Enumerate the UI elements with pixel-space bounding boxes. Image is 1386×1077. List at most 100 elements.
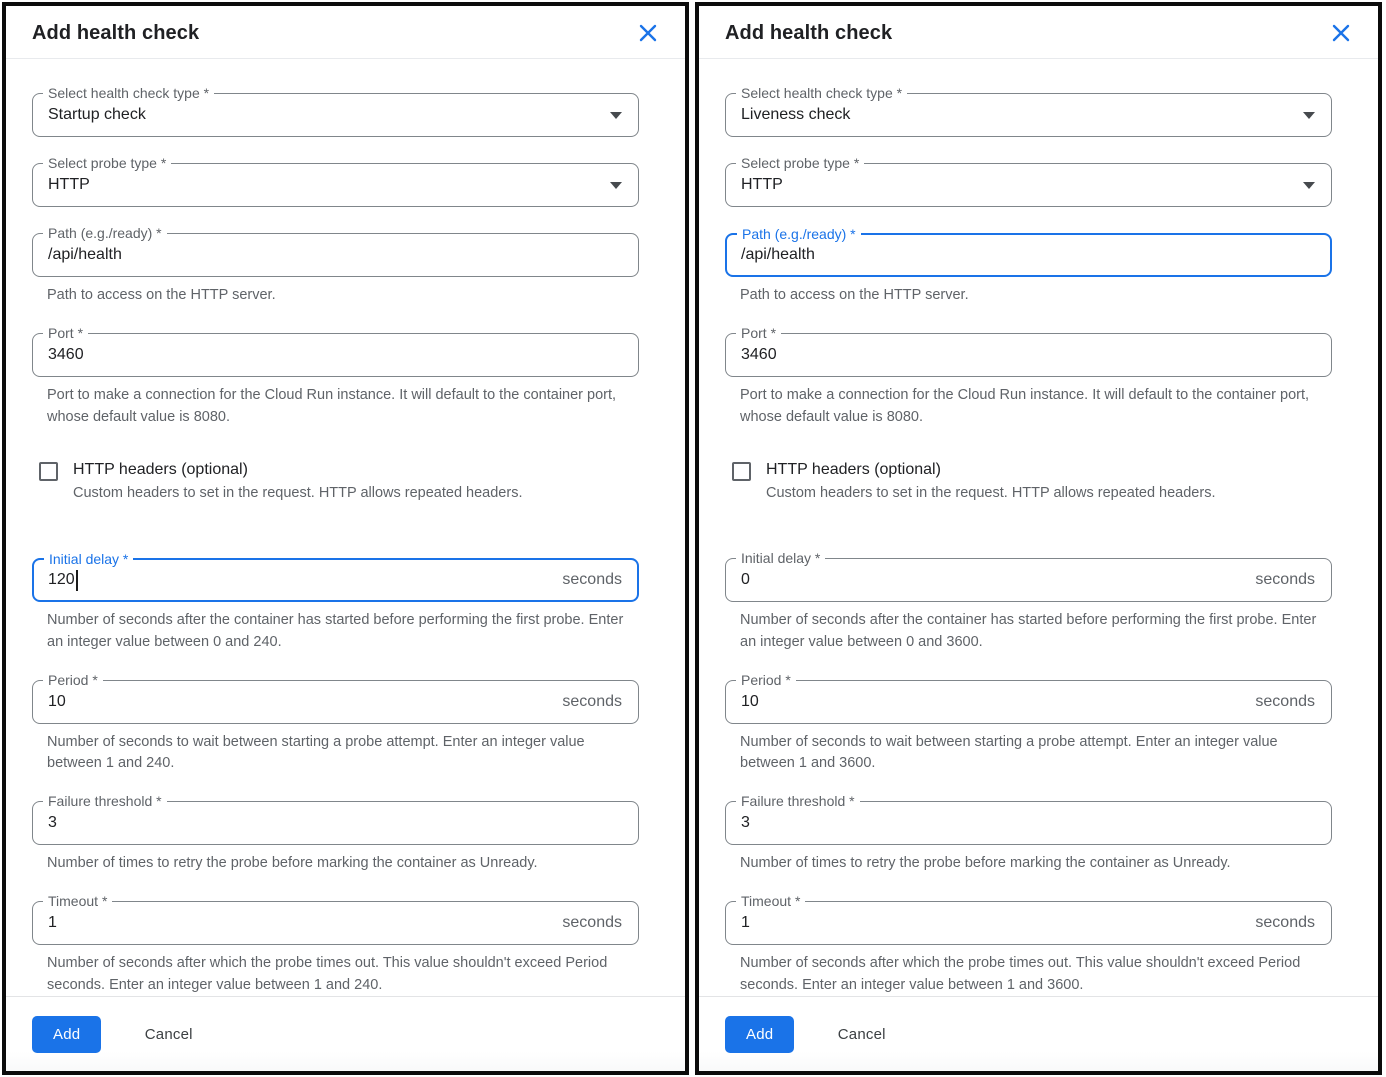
initial-delay-helper: Number of seconds after the container ha…: [740, 610, 1332, 654]
failure-threshold-group: Failure threshold * 3 Number of times to…: [725, 801, 1332, 875]
failure-threshold-input[interactable]: Failure threshold * 3: [32, 801, 639, 845]
port-label: Port *: [736, 324, 781, 343]
timeout-label: Timeout *: [43, 892, 112, 911]
dialog-footer: Add Cancel: [6, 996, 685, 1075]
checkbox-unchecked-icon[interactable]: [732, 462, 751, 481]
probe-type-group: Select probe type * HTTP: [32, 163, 639, 207]
dropdown-arrow-icon[interactable]: [610, 112, 622, 119]
dialog-title: Add health check: [725, 22, 892, 45]
http-headers-text: HTTP headers (optional) Custom headers t…: [73, 460, 522, 504]
failure-threshold-helper: Number of times to retry the probe befor…: [740, 853, 1332, 875]
path-input[interactable]: Path (e.g./ready) * /api/health: [725, 233, 1332, 277]
health-check-type-select[interactable]: Select health check type * Liveness chec…: [725, 93, 1332, 137]
dialog-body: Select health check type * Liveness chec…: [699, 59, 1378, 996]
initial-delay-input[interactable]: Initial delay * 120 seconds: [32, 558, 639, 602]
port-group: Port * 3460 Port to make a connection fo…: [32, 333, 639, 429]
health-check-type-label: Select health check type *: [43, 84, 214, 103]
period-helper: Number of seconds to wait between starti…: [740, 732, 1332, 776]
http-headers-label[interactable]: HTTP headers (optional): [766, 460, 1215, 481]
timeout-input[interactable]: Timeout * 1 seconds: [32, 901, 639, 945]
port-value: 3460: [48, 346, 84, 364]
dialog-header: Add health check: [699, 6, 1378, 59]
probe-type-select[interactable]: Select probe type * HTTP: [32, 163, 639, 207]
failure-threshold-label: Failure threshold *: [43, 792, 167, 811]
seconds-suffix: seconds: [562, 693, 622, 711]
failure-threshold-group: Failure threshold * 3 Number of times to…: [32, 801, 639, 875]
close-icon: [638, 23, 658, 43]
initial-delay-label: Initial delay *: [736, 549, 825, 568]
path-helper: Path to access on the HTTP server.: [47, 285, 639, 307]
port-input[interactable]: Port * 3460: [32, 333, 639, 377]
dropdown-arrow-icon[interactable]: [1303, 112, 1315, 119]
port-group: Port * 3460 Port to make a connection fo…: [725, 333, 1332, 429]
failure-threshold-helper: Number of times to retry the probe befor…: [47, 853, 639, 875]
add-health-check-dialog-liveness: Add health check Select health check typ…: [695, 2, 1382, 1075]
period-input[interactable]: Period * 10 seconds: [725, 680, 1332, 724]
timeout-group: Timeout * 1 seconds Number of seconds af…: [32, 901, 639, 997]
seconds-suffix: seconds: [562, 914, 622, 932]
period-group: Period * 10 seconds Number of seconds to…: [32, 680, 639, 776]
path-input[interactable]: Path (e.g./ready) * /api/health: [32, 233, 639, 277]
probe-type-value: HTTP: [741, 176, 783, 194]
cancel-button[interactable]: Cancel: [832, 1016, 892, 1053]
timeout-label: Timeout *: [736, 892, 805, 911]
path-label: Path (e.g./ready) *: [737, 225, 861, 244]
health-check-type-select[interactable]: Select health check type * Startup check: [32, 93, 639, 137]
close-icon: [1331, 23, 1351, 43]
timeout-input[interactable]: Timeout * 1 seconds: [725, 901, 1332, 945]
period-value: 10: [48, 693, 66, 711]
dropdown-arrow-icon[interactable]: [1303, 182, 1315, 189]
checkbox-unchecked-icon[interactable]: [39, 462, 58, 481]
seconds-suffix: seconds: [1255, 693, 1315, 711]
period-group: Period * 10 seconds Number of seconds to…: [725, 680, 1332, 776]
initial-delay-group: Initial delay * 0 seconds Number of seco…: [725, 558, 1332, 654]
add-button[interactable]: Add: [725, 1016, 794, 1053]
http-headers-helper: Custom headers to set in the request. HT…: [73, 483, 522, 504]
health-check-type-group: Select health check type * Liveness chec…: [725, 93, 1332, 137]
cancel-button[interactable]: Cancel: [139, 1016, 199, 1053]
port-input[interactable]: Port * 3460: [725, 333, 1332, 377]
port-value: 3460: [741, 346, 777, 364]
initial-delay-input[interactable]: Initial delay * 0 seconds: [725, 558, 1332, 602]
seconds-suffix: seconds: [1255, 914, 1315, 932]
path-group: Path (e.g./ready) * /api/health Path to …: [32, 233, 639, 307]
add-button[interactable]: Add: [32, 1016, 101, 1053]
initial-delay-group: Initial delay * 120 seconds Number of se…: [32, 558, 639, 654]
timeout-helper: Number of seconds after which the probe …: [740, 953, 1332, 997]
failure-threshold-input[interactable]: Failure threshold * 3: [725, 801, 1332, 845]
failure-threshold-value: 3: [48, 814, 57, 832]
port-label: Port *: [43, 324, 88, 343]
text-cursor: [76, 570, 78, 591]
dialog-body: Select health check type * Startup check…: [6, 59, 685, 996]
http-headers-helper: Custom headers to set in the request. HT…: [766, 483, 1215, 504]
port-helper: Port to make a connection for the Cloud …: [47, 385, 639, 429]
path-label: Path (e.g./ready) *: [43, 224, 167, 243]
probe-type-label: Select probe type *: [736, 154, 864, 173]
http-headers-label[interactable]: HTTP headers (optional): [73, 460, 522, 481]
close-button[interactable]: [1328, 20, 1354, 46]
health-check-type-value: Liveness check: [741, 106, 850, 124]
period-helper: Number of seconds to wait between starti…: [47, 732, 639, 776]
period-label: Period *: [736, 671, 796, 690]
http-headers-checkbox-row[interactable]: HTTP headers (optional) Custom headers t…: [725, 460, 1332, 504]
dialog-title: Add health check: [32, 22, 199, 45]
dialog-footer: Add Cancel: [699, 996, 1378, 1075]
close-button[interactable]: [635, 20, 661, 46]
failure-threshold-label: Failure threshold *: [736, 792, 860, 811]
path-value: /api/health: [741, 246, 815, 264]
dropdown-arrow-icon[interactable]: [610, 182, 622, 189]
timeout-helper: Number of seconds after which the probe …: [47, 953, 639, 997]
path-helper: Path to access on the HTTP server.: [740, 285, 1332, 307]
probe-type-value: HTTP: [48, 176, 90, 194]
port-helper: Port to make a connection for the Cloud …: [740, 385, 1332, 429]
http-headers-checkbox-row[interactable]: HTTP headers (optional) Custom headers t…: [32, 460, 639, 504]
screenshot-root: Add health check Select health check typ…: [0, 0, 1386, 1077]
period-label: Period *: [43, 671, 103, 690]
probe-type-select[interactable]: Select probe type * HTTP: [725, 163, 1332, 207]
health-check-type-group: Select health check type * Startup check: [32, 93, 639, 137]
period-input[interactable]: Period * 10 seconds: [32, 680, 639, 724]
health-check-type-label: Select health check type *: [736, 84, 907, 103]
seconds-suffix: seconds: [562, 571, 622, 589]
timeout-group: Timeout * 1 seconds Number of seconds af…: [725, 901, 1332, 997]
path-value: /api/health: [48, 246, 122, 264]
